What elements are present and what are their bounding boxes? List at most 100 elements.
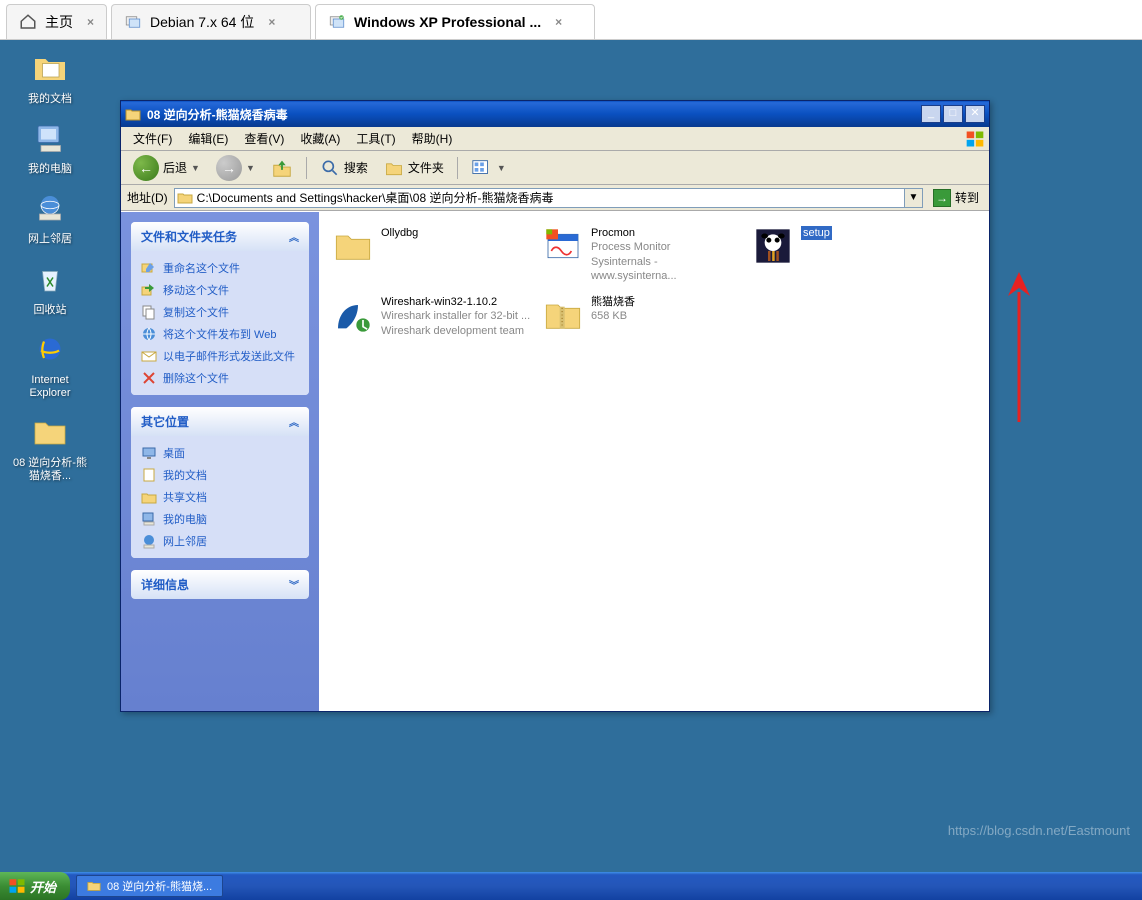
folders-icon: [384, 158, 404, 178]
back-label: 后退: [163, 159, 187, 176]
task-publish[interactable]: 将这个文件发布到 Web: [141, 323, 299, 345]
task-email[interactable]: 以电子邮件形式发送此文件: [141, 345, 299, 367]
desktop-icons: 我的文档 我的电脑 网上邻居 回收站 Internet Explorer 08 …: [10, 50, 100, 498]
panel-title: 详细信息: [141, 576, 189, 593]
place-network[interactable]: 网上邻居: [141, 530, 299, 552]
desktop-icon-my-computer[interactable]: 我的电脑: [10, 120, 90, 176]
close-icon[interactable]: ×: [268, 15, 275, 29]
views-icon: [471, 158, 493, 178]
desktop-icon-network-places[interactable]: 网上邻居: [10, 190, 90, 246]
place-desktop[interactable]: 桌面: [141, 442, 299, 464]
menu-file[interactable]: 文件(F): [125, 127, 180, 150]
home-icon: [19, 13, 37, 31]
desktop-icon-label: 我的电脑: [10, 163, 90, 176]
search-label: 搜索: [344, 159, 368, 176]
file-list[interactable]: Ollydbg Procmon Process Monitor Sysinter…: [319, 212, 989, 711]
folders-label: 文件夹: [408, 159, 444, 176]
vm-tab-home-label: 主页: [45, 12, 73, 32]
vm-icon: [124, 13, 142, 31]
desktop[interactable]: 我的文档 我的电脑 网上邻居 回收站 Internet Explorer 08 …: [0, 40, 1142, 872]
desktop-icon-label: Internet Explorer: [10, 374, 90, 400]
task-delete[interactable]: 删除这个文件: [141, 367, 299, 389]
start-button[interactable]: 开始: [0, 872, 70, 900]
folder-icon: [32, 414, 68, 450]
desktop-icon: [141, 445, 157, 461]
forward-arrow-icon: →: [216, 155, 242, 181]
shared-folder-icon: [141, 489, 157, 505]
folders-button[interactable]: 文件夹: [378, 155, 450, 181]
file-item-ollydbg[interactable]: Ollydbg: [329, 222, 539, 287]
close-button[interactable]: ✕: [965, 105, 985, 123]
file-item-setup[interactable]: setup: [749, 222, 959, 287]
desktop-icon-folder-analysis[interactable]: 08 逆向分析-熊猫烧香...: [10, 414, 90, 483]
back-button[interactable]: ← 后退 ▼: [127, 152, 206, 184]
desktop-icon-ie[interactable]: Internet Explorer: [10, 331, 90, 400]
place-mydocs[interactable]: 我的文档: [141, 464, 299, 486]
file-item-procmon[interactable]: Procmon Process Monitor Sysinternals - w…: [539, 222, 749, 287]
panel-file-tasks-header[interactable]: 文件和文件夹任务 ︽: [131, 222, 309, 251]
menu-edit[interactable]: 编辑(E): [180, 127, 236, 150]
panel-title: 文件和文件夹任务: [141, 228, 237, 245]
close-icon[interactable]: ×: [555, 15, 562, 29]
toolbar: ← 后退 ▼ → ▼ 搜索 文件夹 ▼: [121, 151, 989, 185]
folder-icon: [87, 879, 101, 893]
menubar: 文件(F) 编辑(E) 查看(V) 收藏(A) 工具(T) 帮助(H): [121, 127, 989, 151]
ie-icon: [32, 331, 68, 367]
file-item-wireshark[interactable]: Wireshark-win32-1.10.2 Wireshark install…: [329, 291, 539, 342]
zip-folder-icon: [543, 295, 583, 335]
vm-tab-winxp[interactable]: Windows XP Professional ... ×: [315, 4, 595, 39]
side-panel: 文件和文件夹任务 ︽ 重命名这个文件 移动这个文件 复制这个文件 将这个文件发布…: [121, 212, 319, 711]
menu-help[interactable]: 帮助(H): [404, 127, 461, 150]
task-rename[interactable]: 重命名这个文件: [141, 257, 299, 279]
task-copy[interactable]: 复制这个文件: [141, 301, 299, 323]
place-mycomputer[interactable]: 我的电脑: [141, 508, 299, 530]
network-icon: [141, 533, 157, 549]
panel-details: 详细信息 ︾: [131, 570, 309, 599]
forward-button[interactable]: → ▼: [210, 152, 261, 184]
windows-logo-icon: [965, 129, 985, 149]
window-title: 08 逆向分析-熊猫烧香病毒: [147, 106, 921, 123]
close-icon[interactable]: ×: [87, 15, 94, 29]
menu-tools[interactable]: 工具(T): [348, 127, 403, 150]
up-folder-icon: [271, 157, 293, 179]
folder-open-icon: [125, 106, 141, 122]
menu-favorites[interactable]: 收藏(A): [292, 127, 348, 150]
titlebar[interactable]: 08 逆向分析-熊猫烧香病毒 _ □ ✕: [121, 101, 989, 127]
go-button[interactable]: → 转到: [929, 187, 983, 209]
panel-title: 其它位置: [141, 413, 189, 430]
search-button[interactable]: 搜索: [314, 155, 374, 181]
taskbar-item-label: 08 逆向分析-熊猫烧...: [107, 878, 212, 894]
task-move[interactable]: 移动这个文件: [141, 279, 299, 301]
address-dropdown-button[interactable]: ▼: [905, 188, 923, 208]
address-input[interactable]: [174, 188, 905, 208]
vm-tab-debian[interactable]: Debian 7.x 64 位 ×: [111, 4, 311, 39]
explorer-window: 08 逆向分析-熊猫烧香病毒 _ □ ✕ 文件(F) 编辑(E) 查看(V) 收…: [120, 100, 990, 712]
panel-other-places: 其它位置 ︽ 桌面 我的文档 共享文档 我的电脑 网上邻居: [131, 407, 309, 558]
computer-icon: [32, 120, 68, 156]
back-arrow-icon: ←: [133, 155, 159, 181]
maximize-button[interactable]: □: [943, 105, 963, 123]
up-button[interactable]: [265, 154, 299, 182]
start-label: 开始: [30, 877, 56, 896]
file-item-panda-zip[interactable]: 熊猫烧香 658 KB: [539, 291, 749, 342]
panel-other-places-header[interactable]: 其它位置 ︽: [131, 407, 309, 436]
network-icon: [32, 190, 68, 226]
folder-docs-icon: [32, 50, 68, 86]
minimize-button[interactable]: _: [921, 105, 941, 123]
vm-tab-debian-label: Debian 7.x 64 位: [150, 12, 254, 32]
taskbar-item-explorer[interactable]: 08 逆向分析-熊猫烧...: [76, 875, 223, 897]
views-button[interactable]: ▼: [465, 155, 512, 181]
address-label: 地址(D): [127, 189, 168, 206]
vm-tab-home[interactable]: 主页 ×: [6, 4, 107, 39]
panel-details-header[interactable]: 详细信息 ︾: [131, 570, 309, 599]
chevron-down-icon: ︾: [289, 577, 299, 592]
desktop-icon-recycle-bin[interactable]: 回收站: [10, 261, 90, 317]
docs-icon: [141, 467, 157, 483]
procmon-icon: [543, 226, 583, 266]
place-shared[interactable]: 共享文档: [141, 486, 299, 508]
watermark: https://blog.csdn.net/Eastmount: [948, 823, 1130, 838]
menu-view[interactable]: 查看(V): [236, 127, 292, 150]
rename-icon: [141, 260, 157, 276]
vm-icon: [328, 13, 346, 31]
desktop-icon-my-documents[interactable]: 我的文档: [10, 50, 90, 106]
